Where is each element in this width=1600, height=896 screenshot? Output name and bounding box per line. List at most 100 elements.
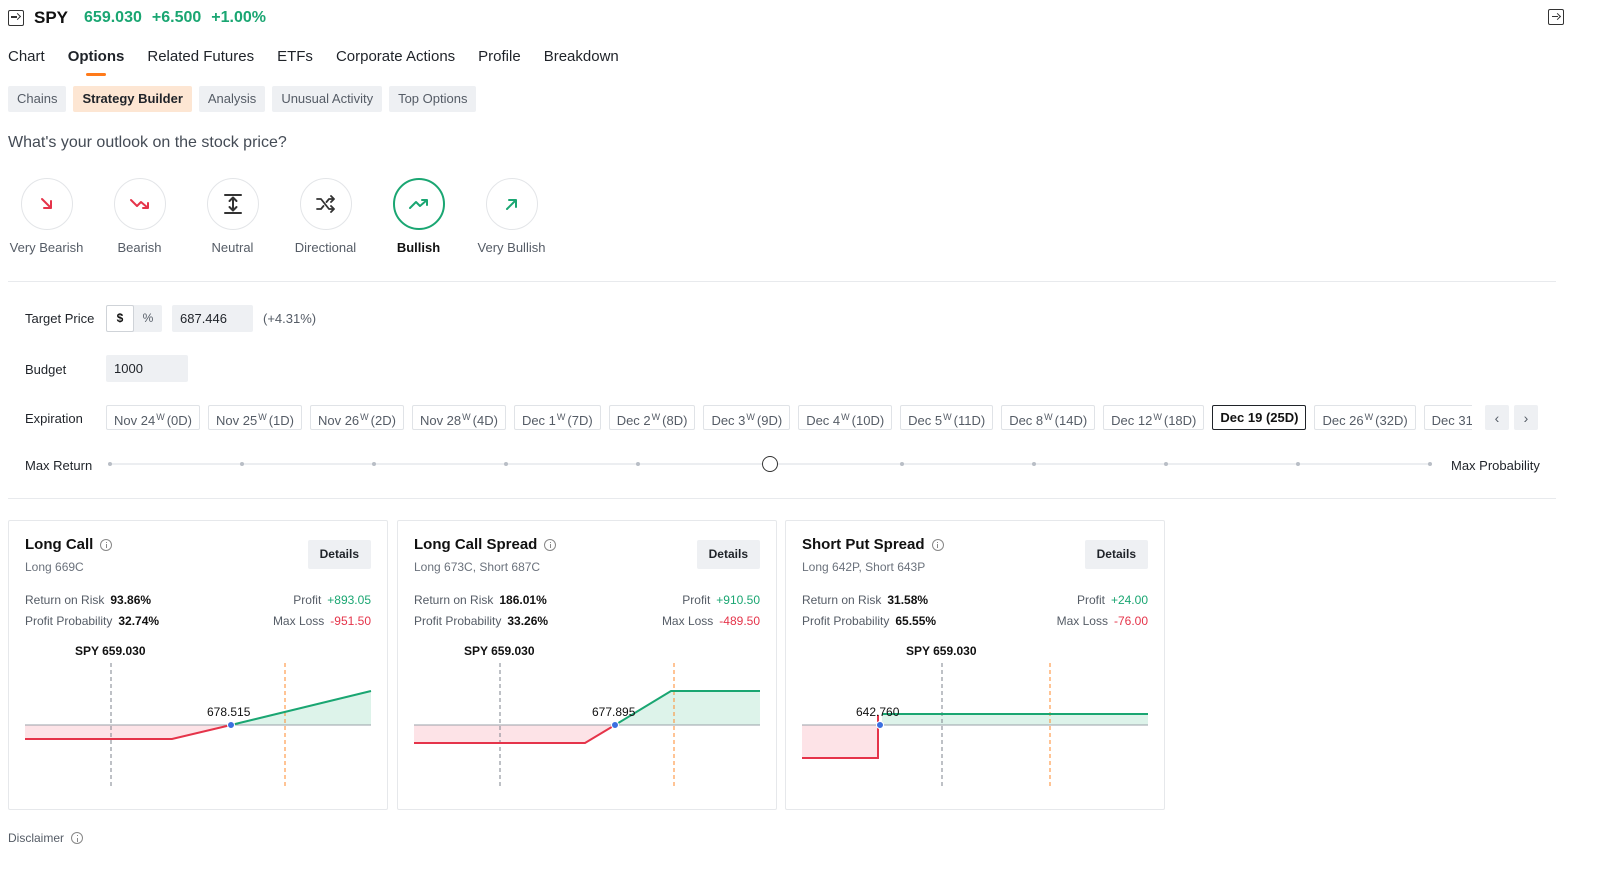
max-loss: Max Loss -951.50: [273, 614, 371, 628]
stat-label: Max Loss: [1056, 614, 1108, 628]
max-profit: Profit +910.50: [682, 593, 760, 607]
expiration-chip[interactable]: Dec 5W (11D): [900, 405, 994, 430]
outlook-label: Very Bullish: [477, 240, 546, 255]
strategy-title: Short Put Spread: [802, 536, 944, 553]
stat-label: Max Loss: [661, 614, 714, 628]
details-button[interactable]: Details: [696, 540, 760, 569]
outlook-question: What's your outlook on the stock price?: [8, 134, 287, 151]
tab-corporate-actions[interactable]: Corporate Actions: [336, 46, 455, 70]
back-icon[interactable]: [8, 10, 24, 26]
slider-step[interactable]: [1296, 462, 1300, 466]
info-icon[interactable]: [931, 538, 944, 551]
expiration-date: Nov 24: [114, 413, 156, 428]
expiration-date: Dec 31: [1431, 413, 1472, 428]
outlook-very-bearish[interactable]: Very Bearish: [0, 178, 93, 255]
subtab-analysis[interactable]: Analysis: [198, 86, 266, 112]
slider-step[interactable]: [240, 462, 244, 466]
expiration-type: W: [556, 412, 566, 422]
chevron-right-icon[interactable]: ›: [1514, 405, 1538, 430]
tab-profile[interactable]: Profile: [478, 46, 521, 70]
slider-step[interactable]: [108, 462, 112, 466]
expiration-chip[interactable]: Nov 25W (1D): [207, 405, 302, 430]
expiration-chip[interactable]: Dec 26W (32D): [1314, 405, 1416, 430]
expiration-chip[interactable]: Dec 2W (8D): [608, 405, 696, 430]
divider: [8, 281, 1556, 282]
expiration-list: Nov 24W (0D) Nov 25W (1D) Nov 26W (2D) Nov 28W…: [106, 405, 1472, 431]
expiration-date: Nov 25: [215, 413, 258, 428]
loss-area: [414, 725, 615, 743]
chevron-left-icon[interactable]: ‹: [1485, 405, 1509, 430]
expiration-chip[interactable]: Nov 28W (4D): [411, 405, 506, 430]
unit-dollar[interactable]: $: [106, 305, 134, 332]
tab-breakdown[interactable]: Breakdown: [544, 46, 619, 70]
expiration-chip[interactable]: Nov 26W (2D): [309, 405, 404, 430]
subtab-chains[interactable]: Chains: [8, 86, 67, 112]
return-probability-slider[interactable]: [108, 456, 1432, 472]
outlook-directional[interactable]: Directional: [279, 178, 372, 255]
outlook-neutral[interactable]: Neutral: [186, 178, 279, 255]
trend-up-icon: [408, 199, 428, 209]
stat-value: -951.50: [330, 614, 371, 628]
stat-value: 33.26%: [507, 614, 549, 628]
slider-step[interactable]: [504, 462, 508, 466]
expiration-date: Dec 8: [1009, 413, 1044, 428]
stat-value: 186.01%: [499, 593, 547, 607]
slider-step[interactable]: [1032, 462, 1036, 466]
subtab-top-options[interactable]: Top Options: [389, 86, 477, 112]
outlook-options: Very Bearish Bearish Neutral Directional…: [0, 178, 558, 255]
target-price-input[interactable]: [172, 305, 253, 332]
expiration-date: Dec 5: [908, 413, 943, 428]
slider-step[interactable]: [1164, 462, 1168, 466]
slider-step[interactable]: [636, 462, 640, 466]
outlook-bullish[interactable]: Bullish: [372, 178, 465, 255]
outlook-very-bullish[interactable]: Very Bullish: [465, 178, 558, 255]
max-loss: Max Loss -489.50: [662, 614, 760, 628]
details-button[interactable]: Details: [1084, 540, 1148, 569]
info-icon[interactable]: [71, 832, 84, 844]
outlook-bearish[interactable]: Bearish: [93, 178, 186, 255]
tab-chart[interactable]: Chart: [8, 46, 45, 70]
expiration-chip[interactable]: Dec 3W (9D): [703, 405, 791, 430]
info-icon[interactable]: [544, 538, 557, 551]
expiration-chip[interactable]: Dec 4W (10D): [798, 405, 893, 430]
slider-step[interactable]: [1428, 462, 1432, 466]
expiration-days: (18D): [1163, 413, 1197, 428]
tab-etfs[interactable]: ETFs: [277, 46, 313, 70]
expiration-chip[interactable]: Dec 19 (25D): [1212, 405, 1307, 430]
expiration-chip[interactable]: Dec 1W (7D): [513, 405, 601, 430]
exit-icon[interactable]: [1548, 9, 1564, 25]
stat-value: 65.55%: [895, 614, 937, 628]
expiration-chip[interactable]: Nov 24W (0D): [106, 405, 200, 430]
expiration-days: (1D): [268, 413, 294, 428]
slider-thumb[interactable]: [762, 456, 778, 472]
slider-step[interactable]: [372, 462, 376, 466]
expiration-chip[interactable]: Dec 31Q(37D): [1423, 405, 1472, 430]
stat-value: -489.50: [719, 614, 760, 628]
expiration-type: W: [841, 412, 850, 422]
stat-value: +24.00: [1110, 593, 1148, 607]
tab-options[interactable]: Options: [68, 46, 125, 70]
max-profit: Profit +893.05: [293, 593, 371, 607]
expiration-date: Nov 26: [317, 413, 360, 428]
details-button[interactable]: Details: [307, 540, 371, 569]
subtab-unusual-activity[interactable]: Unusual Activity: [272, 86, 383, 112]
expiration-chip[interactable]: Dec 12W (18D): [1103, 405, 1205, 430]
strategy-card: Long Call Spread Long 673C, Short 687C Det…: [397, 520, 777, 810]
tab-related-futures[interactable]: Related Futures: [147, 46, 254, 70]
info-icon[interactable]: [100, 538, 113, 551]
expiration-days: (25D): [1265, 410, 1299, 425]
outlook-label: Bullish: [396, 240, 441, 255]
budget-input[interactable]: [106, 355, 188, 382]
expiration-type: W: [1153, 412, 1162, 422]
strategy-legs: Long 669C: [25, 560, 84, 574]
expiration-chip[interactable]: Dec 8W (14D): [1001, 405, 1096, 430]
slider-step[interactable]: [900, 462, 904, 466]
price-change-pct: +1.00%: [211, 9, 266, 26]
subtab-strategy-builder[interactable]: Strategy Builder: [73, 86, 192, 112]
stat-value: 93.86%: [110, 593, 152, 607]
unit-percent[interactable]: %: [134, 305, 162, 332]
disclaimer[interactable]: Disclaimer: [8, 831, 84, 845]
expiration-days: (32D): [1375, 413, 1408, 428]
shuffle-icon: [315, 195, 335, 213]
arrow-up-right-icon: [505, 199, 517, 210]
